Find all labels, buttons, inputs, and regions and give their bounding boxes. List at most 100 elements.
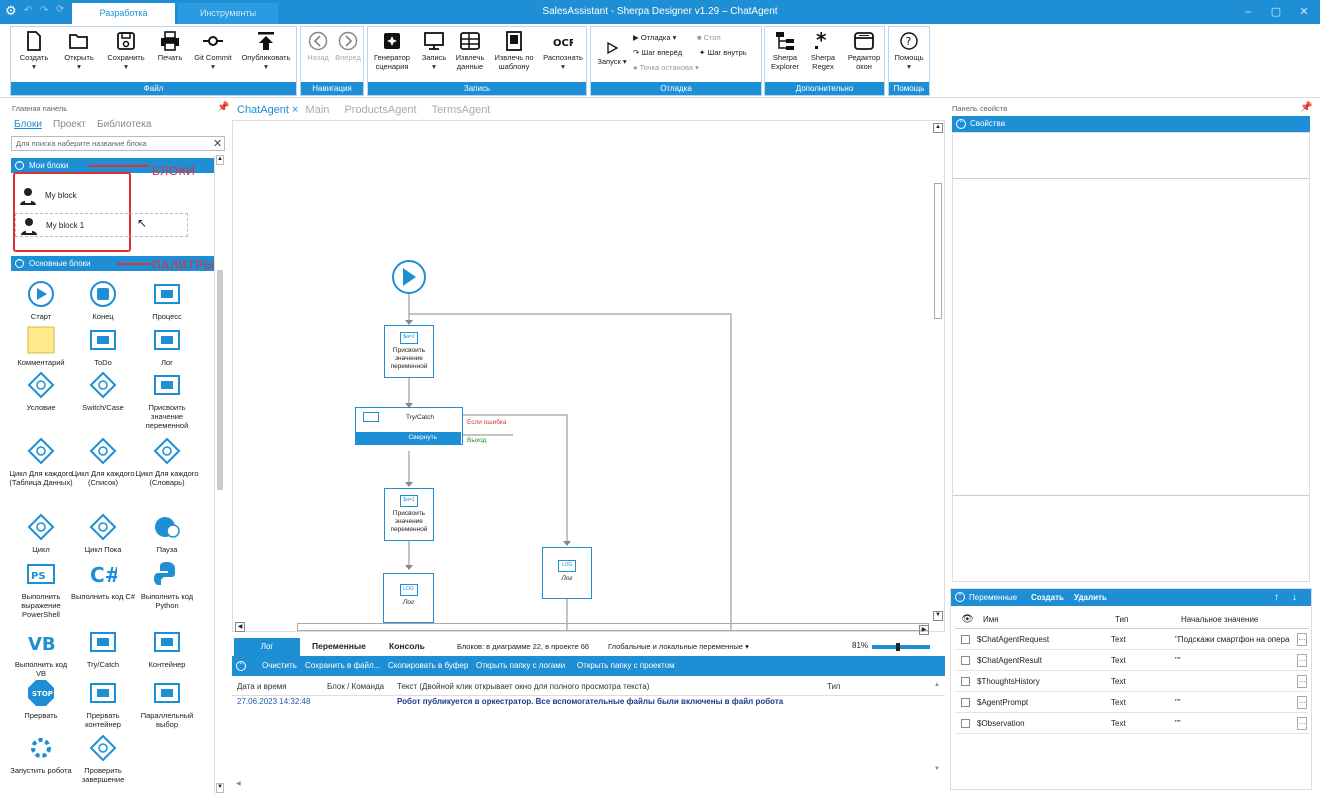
move-down-icon[interactable]: ↓ <box>1292 589 1297 606</box>
diagram-canvas[interactable]: $a=1 Присвоить значение переменной Try/C… <box>232 120 945 635</box>
palette-item-loop-while[interactable]: Цикл Пока <box>71 513 135 554</box>
log-node-1[interactable]: LOG Лог <box>383 573 434 623</box>
print-button[interactable]: Печать <box>153 31 187 62</box>
col-datetime[interactable]: Дата и время <box>237 682 287 691</box>
palette-item-todo[interactable]: ToDo <box>71 326 135 367</box>
open-logs-folder-button[interactable]: Открыть папку с логами <box>476 656 565 676</box>
close-icon[interactable]: ✕ <box>1296 4 1312 20</box>
git-commit-button[interactable]: Git Commit ▾ <box>193 31 233 71</box>
pin-icon[interactable]: 📌 <box>1300 102 1312 113</box>
variable-initial-value[interactable]: "" <box>1175 713 1295 734</box>
palette-item-switch[interactable]: Switch/Case <box>71 371 135 412</box>
col-type[interactable]: Тип <box>827 682 840 691</box>
scroll-thumb[interactable] <box>217 270 223 490</box>
palette-item-loop-table[interactable]: Цикл Для каждого (Таблица Данных) <box>9 437 73 487</box>
step-forward-button[interactable]: ↷ Шаг вперёд <box>633 48 682 57</box>
run-button[interactable]: Запуск ▾ <box>595 41 629 66</box>
tab-log[interactable]: Лог <box>234 638 300 656</box>
edit-value-button[interactable]: … <box>1297 717 1307 730</box>
variable-row[interactable]: $AgentPrompt Text ""… <box>955 692 1309 713</box>
palette-item-break[interactable]: STOP Прервать <box>9 679 73 720</box>
collapse-icon[interactable]: ⌃ <box>955 592 965 602</box>
palette-item-run-robot[interactable]: Запустить робота <box>9 734 73 775</box>
save-to-file-button[interactable]: Сохранить в файл... <box>305 656 380 676</box>
refresh-icon[interactable]: ⟳ <box>56 4 64 15</box>
canvas-vscrollbar[interactable]: ▲ ▼ <box>933 121 944 621</box>
palette-item-csharp[interactable]: C# Выполнить код C# <box>71 560 135 601</box>
edit-value-button[interactable]: … <box>1297 675 1307 688</box>
tab-development[interactable]: Разработка <box>72 3 175 24</box>
tab-tools[interactable]: Инструменты <box>178 3 278 24</box>
tab-main[interactable]: Main <box>306 104 330 116</box>
eye-icon[interactable]: 👁 <box>961 611 974 629</box>
canvas-hscrollbar[interactable]: ◀ <box>233 622 933 633</box>
palette-item-condition[interactable]: Условие <box>9 371 73 412</box>
forward-button[interactable]: Вперед <box>333 31 363 62</box>
tab-chatagent[interactable]: ChatAgent × <box>237 104 298 116</box>
help-button[interactable]: ? Помощь ▾ <box>891 31 927 71</box>
scenario-generator-button[interactable]: Генератор сценария <box>370 31 414 71</box>
palette-item-log[interactable]: Лог <box>135 326 199 367</box>
pin-icon[interactable]: 📌 <box>217 102 229 113</box>
variable-checkbox[interactable] <box>961 698 970 707</box>
assign-node-1[interactable]: $a=1 Присвоить значение переменной <box>384 325 434 378</box>
scroll-up-icon[interactable]: ▲ <box>933 123 943 133</box>
step-into-button[interactable]: ✦ Шаг внутрь <box>699 48 747 57</box>
sherpa-regex-button[interactable]: * Sherpa Regex <box>805 31 841 71</box>
tab-productsagent[interactable]: ProductsAgent <box>344 104 416 116</box>
hscroll-thumb[interactable] <box>297 623 929 631</box>
zoom-slider[interactable] <box>872 643 930 651</box>
breakpoint-button[interactable]: ● Точка останова ▾ <box>633 63 699 72</box>
palette-item-break-container[interactable]: Прервать контейнер <box>71 679 135 729</box>
debug-button[interactable]: ▶ Отладка ▾ <box>633 33 676 42</box>
variable-initial-value[interactable]: "" <box>1175 650 1295 671</box>
window-editor-button[interactable]: Редактор окон <box>845 31 883 71</box>
variable-checkbox[interactable] <box>961 656 970 665</box>
palette-item-parallel[interactable]: Параллельный выбор <box>135 679 199 729</box>
palette-item-loop-dict[interactable]: Цикл Для каждого (Словарь) <box>135 437 199 487</box>
tab-blocks[interactable]: Блоки <box>14 119 42 130</box>
clear-log-button[interactable]: Очистить <box>262 656 297 676</box>
close-tab-icon[interactable]: × <box>292 104 298 116</box>
collapse-button[interactable]: Свернуть <box>356 432 461 444</box>
redo-icon[interactable]: ↷ <box>40 5 48 16</box>
clear-search-icon[interactable]: ✕ <box>213 137 222 150</box>
palette-item-vb[interactable]: VB Выполнить код VB <box>9 628 73 678</box>
move-up-icon[interactable]: ↑ <box>1274 589 1279 606</box>
maximize-icon[interactable]: ▢ <box>1268 4 1284 20</box>
col-initial-value[interactable]: Начальное значение <box>1181 611 1258 629</box>
palette-item-trycatch[interactable]: Try/Catch <box>71 628 135 669</box>
gear-icon[interactable]: ⚙ <box>5 4 17 18</box>
palette-item-loop-list[interactable]: Цикл Для каждого (Список) <box>71 437 135 487</box>
palette-item-check-completion[interactable]: Проверить завершение <box>71 734 135 784</box>
col-block[interactable]: Блок / Команда <box>327 682 384 691</box>
collapse-icon[interactable]: ⌃ <box>236 661 246 671</box>
scroll-up-icon[interactable]: ▲ <box>216 155 224 165</box>
delete-variable-button[interactable]: Удалить <box>1074 589 1107 606</box>
scroll-left-icon[interactable]: ◀ <box>235 622 245 632</box>
scroll-right-icon[interactable]: ▶ <box>919 625 929 635</box>
variable-checkbox[interactable] <box>961 635 970 644</box>
palette-item-python[interactable]: Выполнить код Python <box>135 560 199 610</box>
sherpa-explorer-button[interactable]: Sherpa Explorer <box>767 31 803 71</box>
variable-checkbox[interactable] <box>961 677 970 686</box>
log-hscroll-left-icon[interactable]: ◀ <box>236 780 241 787</box>
palette-item-powershell[interactable]: PS Выполнить выражение PowerShell <box>9 560 73 619</box>
palette-item-comment[interactable]: Комментарий <box>9 326 73 367</box>
palette-item-end[interactable]: Конец <box>71 280 135 321</box>
back-button[interactable]: Назад <box>304 31 332 62</box>
my-block-item[interactable]: My block <box>15 184 185 208</box>
my-block-1-item[interactable]: My block 1 <box>15 213 188 237</box>
variable-scope-select[interactable]: Глобальные и локальные переменные ▾ <box>608 642 749 651</box>
assign-node-2[interactable]: $a=1 Присвоить значение переменной <box>384 488 434 541</box>
log-row[interactable]: 27.06.2023 14:32:48 Робот публикуется в … <box>232 697 945 711</box>
edit-value-button[interactable]: … <box>1297 696 1307 709</box>
open-project-folder-button[interactable]: Открыть папку с проектом <box>577 656 675 676</box>
edit-value-button[interactable]: … <box>1297 633 1307 646</box>
variable-initial-value[interactable]: "Подскажи смартфон на опера <box>1175 629 1295 650</box>
undo-icon[interactable]: ↶ <box>24 5 32 16</box>
minimize-icon[interactable]: – <box>1240 4 1256 20</box>
left-scrollbar[interactable]: ▲ ▼ <box>214 155 224 795</box>
recognize-button[interactable]: OCR Распознать ▾ <box>540 31 586 71</box>
col-text[interactable]: Текст (Двойной клик открывает окно для п… <box>397 682 649 691</box>
